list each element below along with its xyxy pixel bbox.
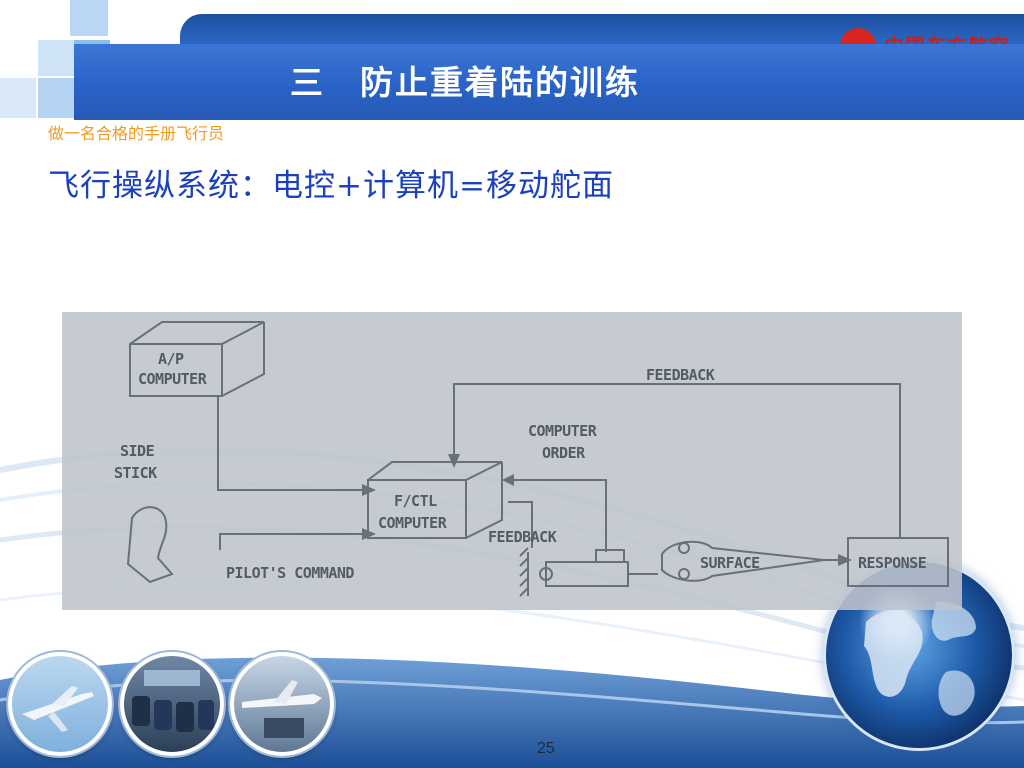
jet-icon — [242, 680, 322, 738]
side-stick-label-1: SIDE — [120, 442, 155, 460]
feedback-top-label: FEEDBACK — [646, 366, 715, 384]
feedback-lower-label: FEEDBACK — [488, 528, 557, 546]
fctl-label-2: COMPUTER — [378, 514, 448, 532]
cabin-photo — [120, 652, 224, 756]
diagram-drawing: A/P COMPUTER FEEDBACK SIDE STICK COMPUTE… — [114, 321, 949, 597]
fctl-label-1: F/CTL — [394, 492, 437, 510]
slide: 中国东方航空 三 防止重着陆的训练 做一名合格的手册飞行员 飞行操纵系统：电控+… — [0, 0, 1024, 768]
side-stick-label-2: STICK — [114, 464, 157, 482]
jet-photo — [230, 652, 334, 756]
pilots-command-label: PILOT'S COMMAND — [226, 564, 354, 582]
airplane-icon — [22, 686, 94, 732]
ap-computer-label-2: COMPUTER — [138, 370, 208, 388]
response-label: RESPONSE — [858, 554, 927, 572]
flight-control-diagram: A/P COMPUTER FEEDBACK SIDE STICK COMPUTE… — [62, 312, 962, 610]
computer-order-label-1: COMPUTER — [528, 422, 598, 440]
computer-order-label-2: ORDER — [542, 444, 586, 462]
ap-computer-label-1: A/P — [158, 350, 184, 368]
cabin-seats-icon — [132, 670, 214, 732]
airplane-photo — [8, 652, 112, 756]
surface-label: SURFACE — [700, 554, 760, 572]
page-number: 25 — [537, 740, 555, 757]
